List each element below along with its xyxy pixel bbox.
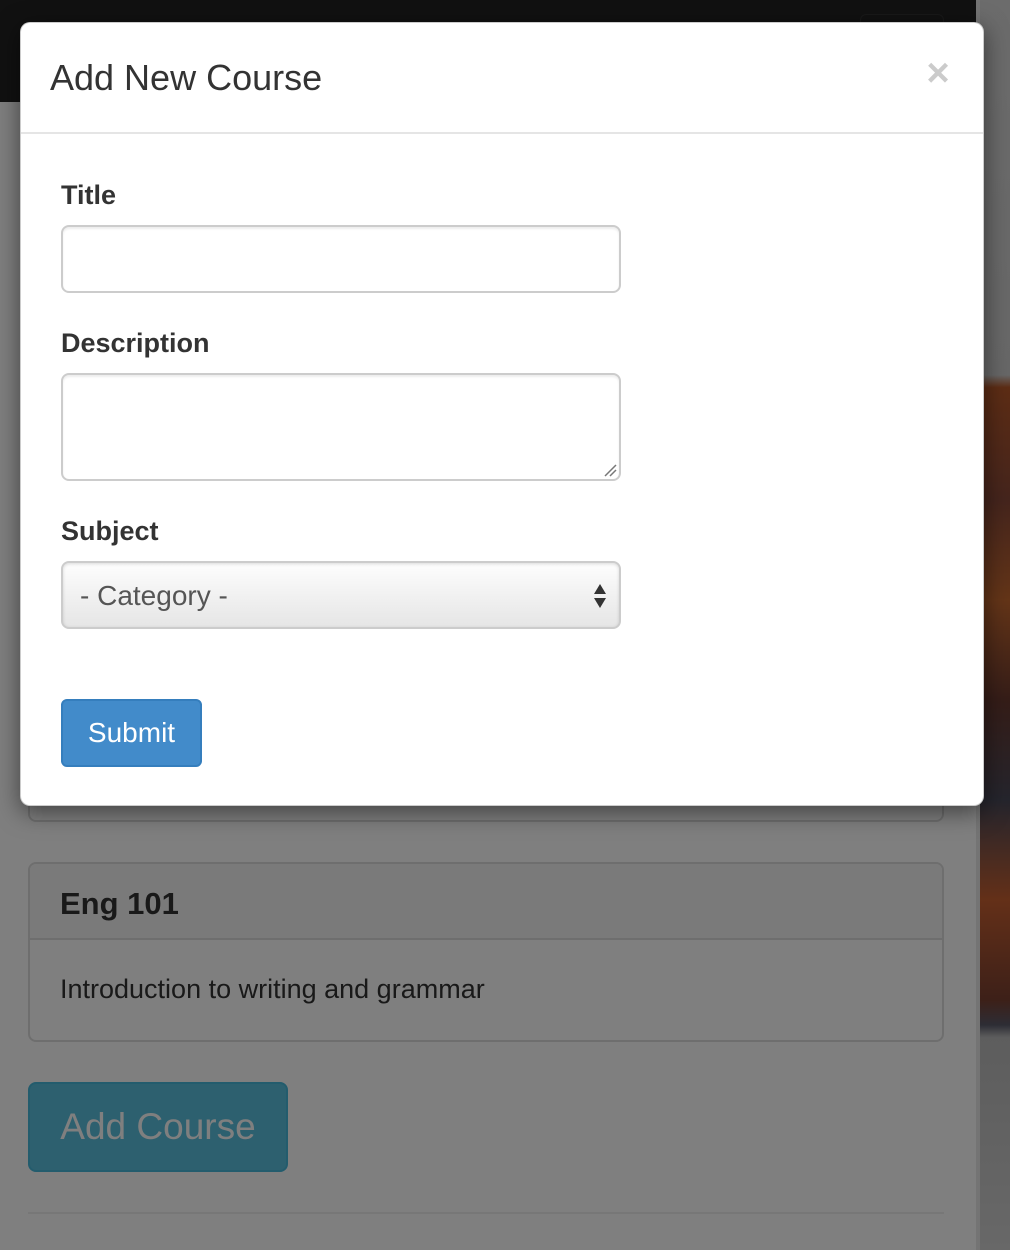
- resize-grip-icon[interactable]: [603, 463, 617, 477]
- subject-form-group: Subject - Category -: [61, 515, 621, 629]
- title-form-group: Title: [61, 179, 621, 293]
- description-label: Description: [61, 328, 210, 358]
- title-input[interactable]: [61, 225, 621, 293]
- description-wrapper: [61, 373, 621, 481]
- description-textarea[interactable]: [61, 373, 621, 481]
- description-form-group: Description: [61, 327, 621, 481]
- modal-title: Add New Course: [50, 57, 323, 98]
- subject-label: Subject: [61, 516, 159, 546]
- add-course-modal: Add New Course × Title Description Subje…: [20, 22, 984, 806]
- title-label: Title: [61, 180, 117, 210]
- close-icon[interactable]: ×: [923, 53, 953, 93]
- submit-button[interactable]: Submit: [61, 699, 202, 767]
- subject-select[interactable]: - Category -: [61, 561, 621, 629]
- modal-header: Add New Course ×: [21, 23, 983, 134]
- select-arrows-icon: [594, 584, 606, 608]
- subject-select-value: - Category -: [80, 580, 228, 611]
- page: Eng 101 Introduction to writing and gram…: [0, 0, 1010, 1250]
